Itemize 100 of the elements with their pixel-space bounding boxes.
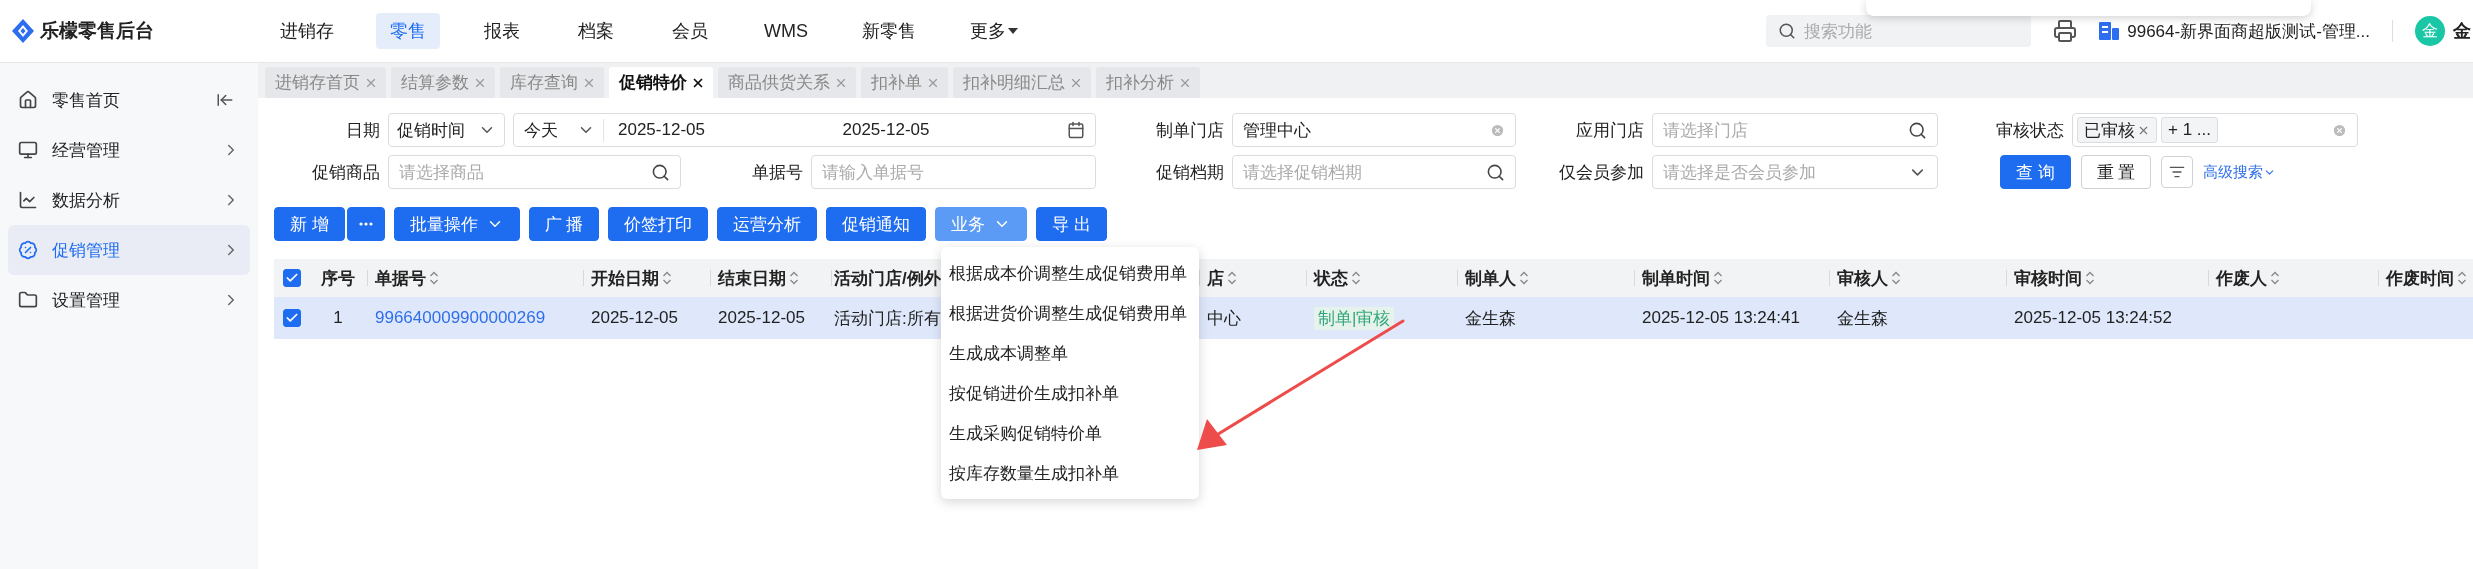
tag: + 1 ... (2161, 117, 2218, 143)
sidebar-item[interactable]: 设置管理 (8, 275, 250, 325)
search-icon[interactable] (1486, 162, 1505, 182)
column-header[interactable]: 结束日期 (718, 266, 799, 290)
advanced-search-link[interactable]: 高级搜索 (2203, 162, 2277, 182)
dropdown-button[interactable]: 批量操作 (393, 207, 520, 241)
table-cell-text: 金生森 (1465, 307, 1516, 330)
filter-settings-button[interactable] (2161, 156, 2194, 188)
table-cell-text: 中心 (1207, 307, 1241, 330)
query-button[interactable]: 查 询 (2000, 155, 2071, 189)
column-header[interactable]: 状态 (1314, 266, 1361, 290)
table-cell: 2025-12-05 (591, 308, 678, 328)
check-icon (284, 311, 299, 325)
user-name[interactable]: 金 (2453, 19, 2473, 43)
column-header: 活动门店/例外 (834, 267, 941, 290)
search-icon[interactable] (1908, 120, 1927, 140)
sort-icon[interactable] (2457, 270, 2467, 286)
calendar-icon[interactable] (1067, 121, 1085, 139)
menu-item-icon (18, 190, 38, 210)
sidebar-item[interactable]: 促销管理 (8, 225, 250, 275)
field-label: 应用门店 (1576, 119, 1644, 142)
column-header[interactable]: 审核时间 (2014, 266, 2095, 290)
checkbox[interactable] (282, 309, 301, 327)
sort-icon[interactable] (1351, 270, 1361, 286)
check-icon (284, 271, 299, 285)
sort-icon[interactable] (1519, 270, 1529, 286)
collapse-icon[interactable] (216, 91, 234, 109)
sort-icon[interactable] (662, 270, 672, 286)
menu-item[interactable]: 按促销进价生成扣补单 (941, 373, 1200, 413)
column-header[interactable]: 开始日期 (591, 266, 672, 290)
date-type-select[interactable]: 促销时间 (388, 113, 505, 147)
menu-item-icon (18, 290, 38, 310)
nav-item[interactable]: 新零售 (850, 13, 928, 49)
field-label: 审核状态 (1996, 119, 2064, 142)
menu-item-icon (18, 240, 38, 260)
column-header[interactable]: 制单时间 (1642, 266, 1723, 290)
menu-item[interactable]: 根据成本价调整生成促销费用单 (941, 253, 1200, 293)
reset-button[interactable]: 重 置 (2080, 155, 2152, 189)
table-cell: 2025-12-05 13:24:52 (2014, 308, 2172, 328)
field-label: 促销商品 (312, 161, 380, 184)
table-cell: 1 (333, 308, 343, 328)
sort-icon[interactable] (429, 270, 439, 286)
menu-item-icon (18, 90, 38, 110)
table-cell: 2025-12-05 13:24:41 (1642, 308, 1800, 328)
field-label: 日期 (346, 119, 380, 142)
menu-item[interactable]: 按库存数量生成扣补单 (941, 453, 1200, 493)
page-tab[interactable]: 促销特价 (609, 67, 713, 98)
nav-item[interactable]: 档案 (564, 13, 628, 49)
store-name[interactable]: 99664-新界面商超版测试-管理... (2127, 19, 2370, 43)
sidebar-item[interactable]: 零售首页 (8, 75, 210, 125)
sort-icon[interactable] (2085, 270, 2095, 286)
field-label: 促销档期 (1156, 161, 1224, 184)
table-cell-text: 金生森 (1837, 307, 1888, 330)
toolbar-button[interactable]: 运营分析 (717, 207, 818, 241)
sidebar-item[interactable]: 数据分析 (8, 175, 250, 225)
column-header[interactable]: 审核人 (1837, 266, 1901, 290)
caret-icon (1008, 28, 1018, 34)
nav-item[interactable]: WMS (752, 13, 820, 49)
nav-item[interactable]: 零售 (376, 13, 440, 49)
printer-icon[interactable] (2053, 19, 2078, 43)
nav-item[interactable]: 更多 (958, 13, 1030, 49)
table-cell-text: 活动门店:所有 (834, 307, 941, 330)
toolbar-button[interactable]: 导 出 (1036, 207, 1108, 241)
search-icon (1778, 22, 1797, 40)
store-icon (2099, 22, 2120, 40)
date-range-field[interactable]: 今天 2025-12-05 2025-12-05 (513, 113, 1096, 147)
more-button[interactable] (346, 207, 385, 241)
nav-item[interactable]: 报表 (470, 13, 534, 49)
logo-icon (12, 19, 34, 43)
sort-icon[interactable] (1891, 270, 1901, 286)
field-label: 仅会员参加 (1559, 161, 1644, 184)
input-field[interactable]: 管理中心 (1232, 113, 1516, 147)
sort-icon[interactable] (2270, 270, 2280, 286)
checkbox[interactable] (282, 269, 301, 287)
tag: 已审核 (2077, 117, 2157, 143)
status-tag: 制单|审核 (1314, 306, 1395, 330)
clear-icon[interactable] (1490, 122, 1505, 138)
search-icon[interactable] (651, 162, 670, 182)
column-header[interactable]: 制单人 (1465, 266, 1529, 290)
clear-icon[interactable] (2332, 122, 2347, 138)
select-field[interactable]: 已审核 + 1 ... (2072, 113, 2358, 147)
nav-item[interactable]: 会员 (658, 13, 722, 49)
toolbar-button[interactable]: 促销通知 (826, 207, 927, 241)
column-header[interactable]: 作废人 (2216, 266, 2280, 290)
column-header: 序号 (321, 267, 355, 290)
column-header[interactable]: 作废时间 (2386, 266, 2467, 290)
add-button[interactable]: 新 增 (274, 207, 345, 241)
column-header[interactable]: 店 (1207, 266, 1237, 290)
sort-icon[interactable] (1227, 270, 1237, 286)
toolbar-button[interactable]: 广 播 (528, 207, 600, 241)
more-icon (358, 222, 373, 226)
menu-item[interactable]: 生成采购促销特价单 (941, 413, 1200, 453)
nav-item[interactable]: 进销存 (268, 13, 346, 49)
sidebar-item[interactable]: 经营管理 (8, 125, 250, 175)
document-link[interactable]: 996640009900000269 (375, 308, 546, 328)
column-header[interactable]: 单据号 (375, 266, 439, 290)
toolbar-button[interactable]: 价签打印 (608, 207, 709, 241)
filter-icon (2169, 164, 2186, 180)
sort-icon[interactable] (789, 270, 799, 286)
sort-icon[interactable] (1713, 270, 1723, 286)
